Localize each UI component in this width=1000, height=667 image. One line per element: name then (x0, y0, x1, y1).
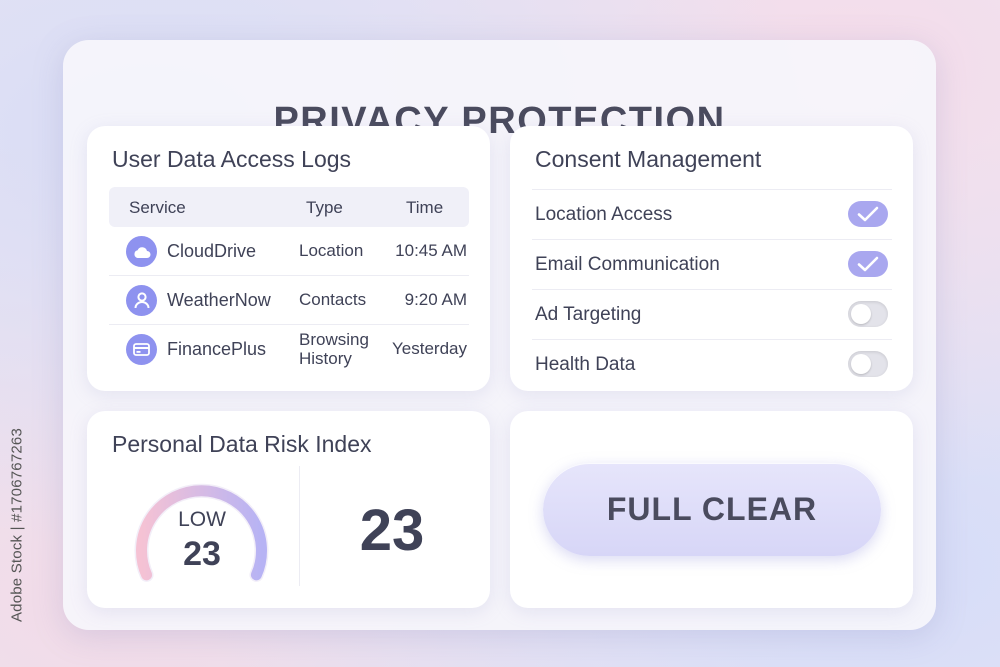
access-logs-header: Service Type Time (109, 187, 469, 227)
ad-targeting-toggle[interactable] (848, 301, 888, 327)
watermark-text: Adobe Stock | #1706767263 (8, 427, 26, 623)
consent-label: Email Communication (535, 254, 720, 275)
consent-item-health-data: Health Data (532, 339, 892, 389)
consent-label: Health Data (535, 354, 636, 375)
toggle-knob (851, 354, 871, 374)
column-header-service: Service (129, 198, 186, 217)
access-type: Location (299, 241, 364, 260)
location-access-toggle[interactable] (848, 201, 888, 227)
table-row[interactable]: FinancePlus Browsing History Yesterday (109, 325, 469, 374)
user-icon (126, 285, 157, 316)
checkmark-icon (857, 206, 879, 222)
consent-card: Consent Management Location Access Email… (510, 126, 913, 391)
access-type: Contacts (299, 290, 367, 309)
risk-score: 23 (359, 498, 425, 563)
risk-index-title: Personal Data Risk Index (112, 431, 372, 457)
cloud-icon (126, 236, 157, 267)
table-row[interactable]: WeatherNow Contacts 9:20 AM (109, 276, 469, 325)
card-icon (126, 334, 157, 365)
risk-level: LOW (178, 508, 226, 531)
access-logs-card: User Data Access Logs Service Type Time … (87, 126, 490, 391)
access-type: Browsing History (299, 330, 369, 368)
risk-index-card: Personal Data Risk Index LOW 23 23 (87, 411, 490, 608)
table-row[interactable]: CloudDrive Location 10:45 AM (109, 227, 469, 276)
consent-label: Location Access (535, 204, 673, 225)
consent-item-email-communication: Email Communication (532, 239, 892, 289)
service-name: FinancePlus (167, 339, 267, 359)
access-time: 10:45 AM (395, 241, 467, 260)
access-logs-title: User Data Access Logs (112, 146, 352, 172)
column-header-time: Time (406, 198, 444, 217)
consent-title: Consent Management (535, 146, 762, 172)
access-time: Yesterday (392, 339, 467, 358)
service-name: CloudDrive (167, 241, 257, 261)
email-communication-toggle[interactable] (848, 251, 888, 277)
full-clear-card: FULL CLEAR (510, 411, 913, 608)
access-time: 9:20 AM (404, 290, 467, 309)
column-header-type: Type (306, 198, 343, 217)
health-data-toggle[interactable] (848, 351, 888, 377)
consent-label: Ad Targeting (535, 304, 642, 325)
checkmark-icon (857, 256, 879, 272)
watermark: Adobe Stock | #1706767263 (2, 420, 32, 630)
consent-item-location-access: Location Access (532, 189, 892, 239)
toggle-knob (851, 304, 871, 324)
full-clear-button[interactable]: FULL CLEAR (543, 463, 881, 556)
service-name: WeatherNow (167, 290, 271, 310)
divider (299, 466, 300, 586)
risk-gauge-value: 23 (183, 535, 221, 573)
consent-item-ad-targeting: Ad Targeting (532, 289, 892, 339)
